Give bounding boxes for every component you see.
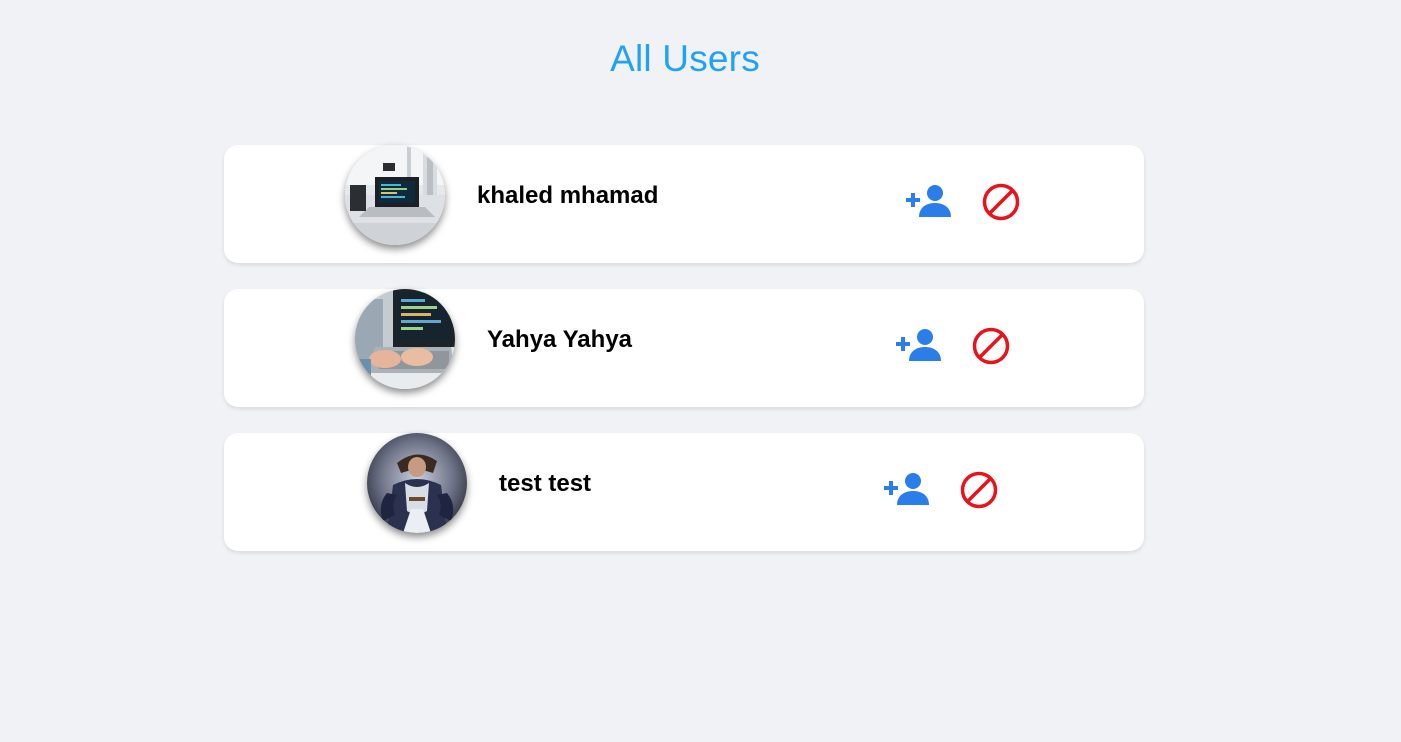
block-user-button[interactable]	[981, 182, 1021, 222]
add-friend-button[interactable]	[905, 183, 951, 219]
person-add-icon	[884, 473, 929, 505]
fantasy-character-photo	[367, 433, 467, 533]
add-friend-button[interactable]	[883, 471, 929, 507]
hands-typing-laptop-photo	[355, 289, 455, 389]
user-avatar[interactable]	[367, 433, 467, 533]
user-avatar[interactable]	[355, 289, 455, 389]
page-title: All Users	[610, 38, 760, 79]
person-add-icon	[896, 329, 941, 361]
block-icon	[982, 183, 1020, 221]
block-user-button[interactable]	[971, 326, 1011, 366]
user-card: test test	[224, 433, 1144, 551]
add-friend-button[interactable]	[895, 327, 941, 363]
laptop-desk-photo	[345, 145, 445, 245]
block-user-button[interactable]	[959, 470, 999, 510]
block-icon	[960, 471, 998, 509]
user-card: Yahya Yahya	[224, 289, 1144, 407]
user-name: khaled mhamad	[477, 182, 659, 209]
person-add-icon	[906, 185, 951, 217]
block-icon	[972, 327, 1010, 365]
user-name: test test	[499, 470, 592, 497]
user-name: Yahya Yahya	[487, 326, 633, 353]
user-list: khaled mhamad Yahya Yahya test test	[224, 145, 1144, 577]
user-card: khaled mhamad	[224, 145, 1144, 263]
user-avatar[interactable]	[345, 145, 445, 245]
